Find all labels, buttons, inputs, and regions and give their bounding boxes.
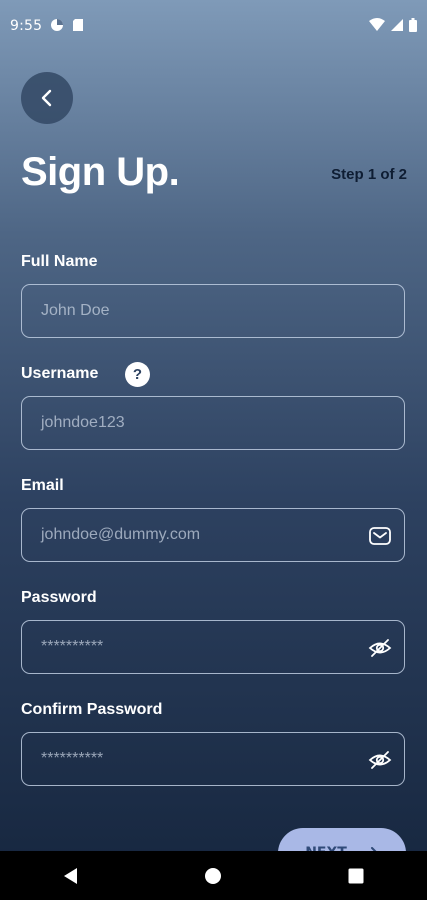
nav-recents-icon[interactable] xyxy=(347,867,365,885)
status-bar: 9:55 xyxy=(0,0,427,52)
signal-icon xyxy=(391,19,403,31)
password-label: Password xyxy=(21,589,97,606)
username-field[interactable]: johndoe123 xyxy=(21,396,405,450)
nav-back-icon[interactable] xyxy=(62,867,80,885)
eye-off-icon[interactable] xyxy=(368,748,392,772)
confirm-password-field[interactable]: ********** xyxy=(21,732,405,786)
password-field[interactable]: ********** xyxy=(21,620,405,674)
sd-card-icon xyxy=(73,19,83,31)
back-button[interactable] xyxy=(21,72,73,124)
username-placeholder: johndoe123 xyxy=(41,414,125,431)
confirm-password-placeholder: ********** xyxy=(41,750,104,767)
data-saver-icon xyxy=(51,19,63,31)
wifi-icon xyxy=(369,18,385,31)
status-time: 9:55 xyxy=(10,18,43,34)
username-label: Username xyxy=(21,365,99,382)
email-label: Email xyxy=(21,477,64,494)
nav-home-icon[interactable] xyxy=(204,867,222,885)
full-name-label: Full Name xyxy=(21,253,98,270)
email-placeholder: johndoe@dummy.com xyxy=(41,526,201,543)
battery-icon xyxy=(409,18,417,32)
full-name-field[interactable]: John Doe xyxy=(21,284,405,338)
navigation-bar xyxy=(0,851,427,900)
mail-icon xyxy=(369,527,391,545)
page-title: Sign Up. xyxy=(21,150,180,194)
confirm-password-label: Confirm Password xyxy=(21,701,163,718)
help-icon[interactable]: ? xyxy=(125,362,150,387)
chevron-left-icon xyxy=(41,89,52,107)
step-indicator: Step 1 of 2 xyxy=(331,166,407,183)
eye-off-icon[interactable] xyxy=(368,636,392,660)
full-name-placeholder: John Doe xyxy=(41,302,110,319)
password-placeholder: ********** xyxy=(41,638,104,655)
email-field[interactable]: johndoe@dummy.com xyxy=(21,508,405,562)
